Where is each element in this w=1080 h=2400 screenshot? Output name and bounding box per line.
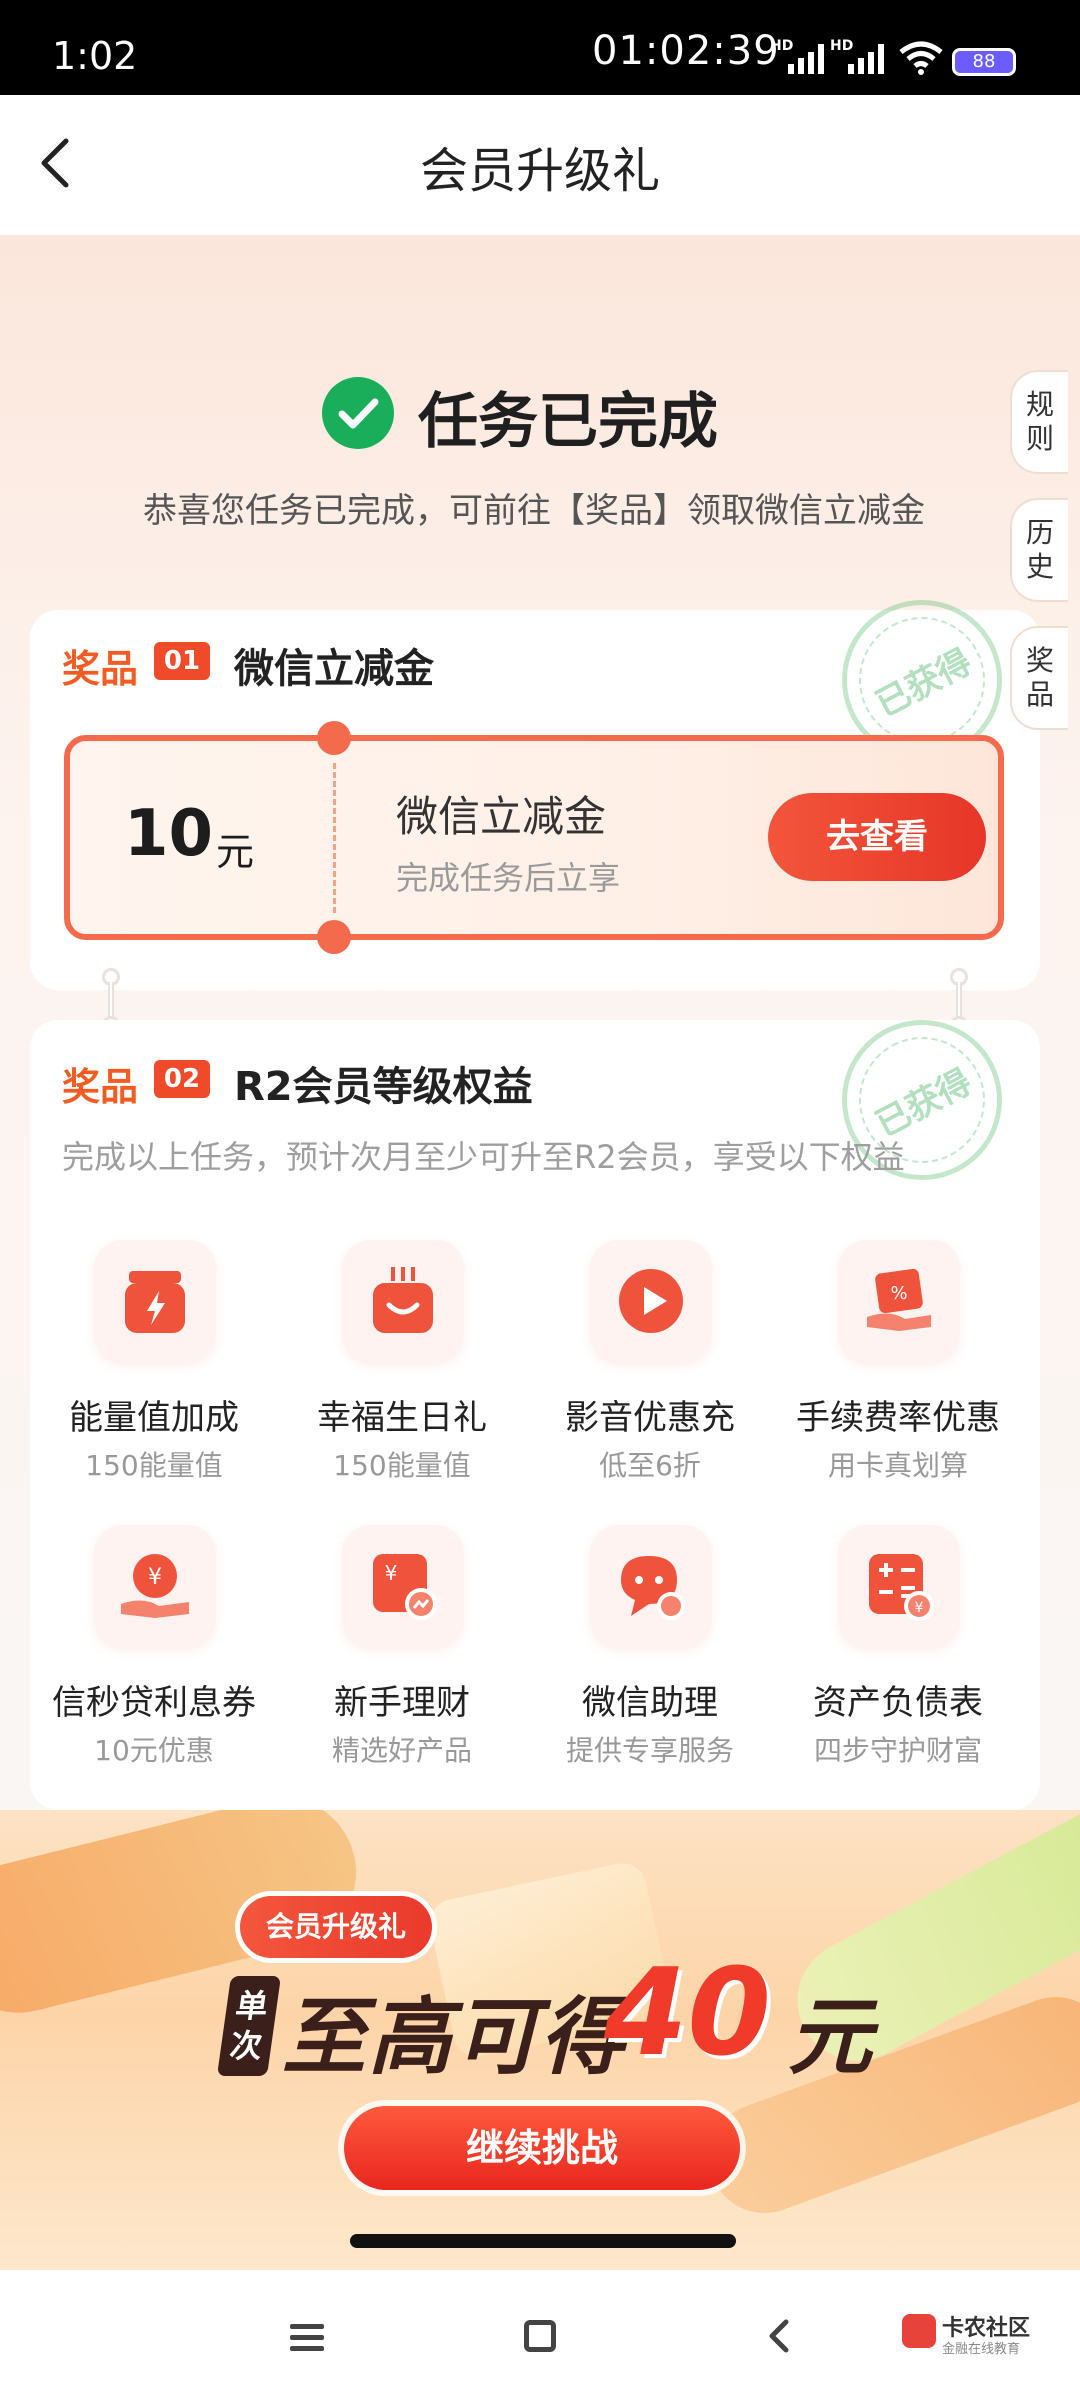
benefit-subtitle: 10元优惠 [94, 1734, 214, 1767]
promo-banner: 会员升级礼 单次 至高可得 40 元 继续挑战 [0, 1810, 1080, 2270]
coupon-notch [317, 721, 351, 755]
home-icon[interactable] [524, 2320, 556, 2352]
watermark-logo-icon [902, 2314, 936, 2348]
wifi-icon [899, 41, 943, 75]
chat-assistant-icon [590, 1525, 712, 1647]
benefit-item[interactable]: ¥ 信秒贷利息券 10元优惠 [30, 1525, 278, 1775]
benefit-title: 手续费率优惠 [796, 1398, 1000, 1438]
side-tab-rules[interactable]: 规则 [1010, 370, 1068, 474]
svg-text:¥: ¥ [385, 1561, 398, 1585]
banner-tag: 会员升级礼 [240, 1896, 433, 1958]
benefit-subtitle: 用卡真划算 [827, 1449, 968, 1482]
benefit-subtitle: 精选好产品 [331, 1734, 472, 1767]
benefit-title: 能量值加成 [69, 1398, 239, 1438]
task-complete-headline: 任务已完成 [418, 387, 718, 457]
status-time: 1:02 [52, 34, 138, 78]
calculator-yen-icon: ¥ [838, 1525, 960, 1647]
prize-label: 奖品 [62, 647, 139, 691]
task-complete-message: 恭喜您任务已完成，可前往【奖品】领取微信立减金 [143, 491, 925, 531]
benefit-title: 幸福生日礼 [317, 1398, 487, 1438]
birthday-cake-icon [342, 1240, 464, 1362]
benefit-item[interactable]: 微信助理 提供专享服务 [526, 1525, 774, 1775]
benefit-item[interactable]: ¥ 新手理财 精选好产品 [278, 1525, 526, 1775]
benefits-description: 完成以上任务，预计次月至少可升至R2会员，享受以下权益 [62, 1138, 905, 1176]
svg-text:¥: ¥ [915, 1600, 924, 1616]
coupon-unit: 元 [216, 830, 255, 874]
banner-unit: 元 [788, 1988, 873, 2086]
benefit-subtitle: 150能量值 [85, 1449, 223, 1482]
svg-text:%: % [890, 1283, 907, 1304]
banner-amount: 40 [604, 1944, 771, 2083]
benefit-subtitle: 四步守护财富 [813, 1734, 982, 1767]
benefit-item[interactable]: 影音优惠充 低至6折 [526, 1240, 774, 1490]
svg-text:¥: ¥ [148, 1565, 162, 1590]
watermark-tagline: 金融在线教育 [942, 2342, 1021, 2357]
home-indicator[interactable] [350, 2234, 736, 2248]
status-bar: 1:02 01:02:39 HD HD 88 [0, 0, 1080, 95]
signal-icon-2: HD [830, 38, 900, 78]
view-coupon-button[interactable]: 去查看 [768, 793, 986, 881]
benefit-subtitle: 低至6折 [599, 1449, 701, 1482]
side-tab-history[interactable]: 历史 [1010, 498, 1068, 602]
system-nav-bar: 卡农社区 金融在线教育 [0, 2270, 1080, 2400]
back-icon[interactable] [760, 2316, 800, 2356]
prize-title: 微信立减金 [234, 646, 434, 692]
benefit-item[interactable]: ¥ 资产负债表 四步守护财富 [774, 1525, 1022, 1775]
coupon-notch [317, 920, 351, 954]
prize-card-2: 奖品 02 R2会员等级权益 已获得 完成以上任务，预计次月至少可升至R2会员，… [30, 1014, 1040, 1810]
fee-discount-icon: % [838, 1240, 960, 1362]
coupon-ticket: 10 元 微信立减金 完成任务后立享 去查看 [64, 721, 1004, 954]
continue-challenge-button[interactable]: 继续挑战 [344, 2106, 740, 2190]
benefit-title: 新手理财 [334, 1683, 470, 1723]
play-icon [590, 1240, 712, 1362]
benefit-item[interactable]: 幸福生日礼 150能量值 [278, 1240, 526, 1490]
prize-number-badge: 01 [154, 642, 210, 680]
benefit-title: 微信助理 [582, 1683, 718, 1723]
yen-chart-icon: ¥ [342, 1525, 464, 1647]
prize-card-1: 奖品 01 微信立减金 已获得 10 元 微信立减金 完成任务后立享 去查看 [30, 594, 1040, 990]
coupon-amount: 10 [124, 797, 214, 871]
check-circle-icon [322, 377, 394, 449]
benefit-subtitle: 提供专享服务 [565, 1734, 734, 1767]
benefit-title: 影音优惠充 [565, 1398, 735, 1438]
coupon-divider [333, 763, 336, 913]
coupon-subtitle: 完成任务后立享 [396, 859, 621, 897]
side-tab-prizes[interactable]: 奖品 [1010, 626, 1068, 730]
benefit-title: 资产负债表 [813, 1683, 983, 1723]
page-title: 会员升级礼 [419, 143, 660, 199]
nav-bar: 会员升级礼 [0, 95, 1080, 235]
coupon-title: 微信立减金 [396, 792, 607, 841]
energy-jar-icon [94, 1240, 216, 1362]
menu-icon[interactable] [290, 2324, 324, 2351]
benefit-title: 信秒贷利息券 [52, 1683, 256, 1723]
prize-label: 奖品 [62, 1065, 139, 1109]
benefit-item[interactable]: % 手续费率优惠 用卡真划算 [774, 1240, 1022, 1490]
yen-coin-hand-icon: ¥ [94, 1525, 216, 1647]
benefit-item[interactable]: 能量值加成 150能量值 [30, 1240, 278, 1490]
watermark: 卡农社区 金融在线教育 [902, 2308, 1052, 2362]
content-area: 任务已完成 恭喜您任务已完成，可前往【奖品】领取微信立减金 奖品 01 微信立减… [0, 235, 1080, 1810]
status-clock: 01:02:39 [592, 28, 780, 74]
banner-slogan: 至高可得 [282, 1988, 627, 2086]
single-time-badge: 单次 [216, 1976, 282, 2076]
prize-number-badge: 02 [154, 1060, 210, 1098]
battery-icon: 88 [952, 48, 1016, 76]
prize-title: R2会员等级权益 [234, 1064, 533, 1110]
benefit-subtitle: 150能量值 [333, 1449, 471, 1482]
